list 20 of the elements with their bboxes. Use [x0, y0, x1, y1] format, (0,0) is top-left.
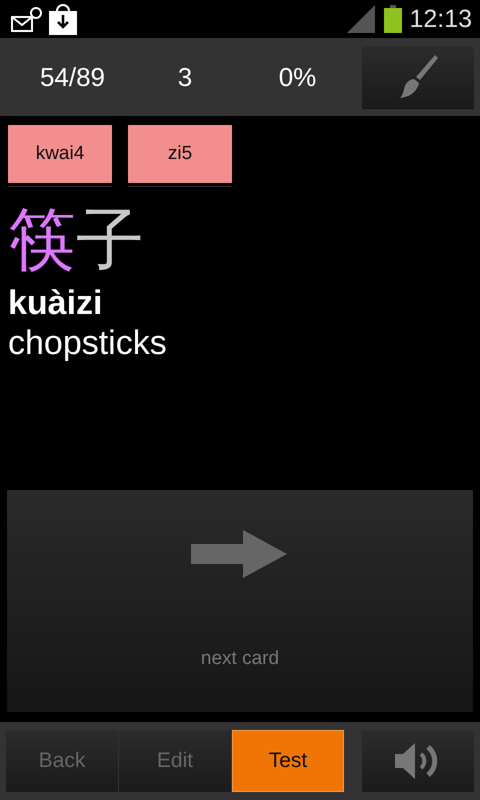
tone-button[interactable]: kwai4 — [8, 125, 112, 183]
arrow-icon — [191, 530, 289, 578]
battery-icon — [383, 5, 404, 33]
hanzi-character: 筷 — [8, 200, 76, 282]
email-icon — [10, 5, 42, 33]
signal-icon — [347, 5, 378, 33]
tab[interactable]: Test — [232, 730, 344, 792]
hanzi-character: 子 — [76, 200, 144, 282]
brush-icon — [398, 53, 438, 101]
clock-time: 12:13 — [409, 4, 472, 34]
speaker-button[interactable] — [362, 730, 474, 792]
stat-value: 3 — [176, 62, 194, 92]
stat-value: 0% — [278, 62, 318, 92]
meaning-text: chopsticks — [7, 323, 168, 363]
next-card-button[interactable]: next card — [7, 490, 473, 712]
brush-button[interactable] — [362, 46, 474, 108]
tone-button[interactable]: zi5 — [128, 125, 232, 183]
pinyin-text: kuàizi — [7, 283, 104, 323]
stat-value: 54/89 — [38, 62, 106, 92]
download-icon — [48, 3, 78, 35]
